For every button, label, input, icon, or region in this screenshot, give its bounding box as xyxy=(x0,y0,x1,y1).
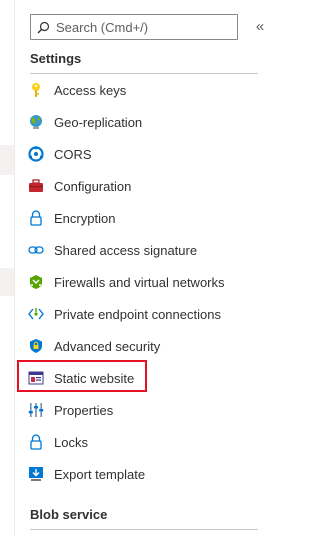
menu-item-shared-access-signature[interactable]: Shared access signature xyxy=(14,234,276,266)
menu-item-firewalls-and-virtual-networks[interactable]: Firewalls and virtual networks xyxy=(14,266,276,298)
menu-item-advanced-security[interactable]: Advanced security xyxy=(14,330,276,362)
cors-icon xyxy=(28,146,44,162)
menu-item-export-template[interactable]: Export template xyxy=(14,458,276,490)
left-edge-strip xyxy=(0,0,15,536)
static-website-icon xyxy=(28,370,44,386)
lock-icon xyxy=(28,210,44,226)
menu-item-geo-replication[interactable]: Geo-replication xyxy=(14,106,276,138)
menu-item-label: Firewalls and virtual networks xyxy=(54,274,225,290)
menu-item-label: Encryption xyxy=(54,210,116,226)
menu-item-label: Geo-replication xyxy=(54,114,143,130)
settings-menu-list: Access keys Geo-replication CORS Configu… xyxy=(14,74,276,490)
settings-menu-panel: « Settings Access keys xyxy=(14,0,276,536)
menu-item-cors[interactable]: CORS xyxy=(14,138,276,170)
collapse-menu-button[interactable]: « xyxy=(252,18,268,36)
menu-item-locks[interactable]: Locks xyxy=(14,426,276,458)
section-header-settings: Settings xyxy=(30,51,258,74)
menu-item-properties[interactable]: Properties xyxy=(14,394,276,426)
globe-icon xyxy=(28,114,44,130)
menu-item-static-website[interactable]: Static website xyxy=(14,362,276,394)
private-endpoint-icon xyxy=(28,306,44,322)
locks-icon xyxy=(28,434,44,450)
menu-item-label: Properties xyxy=(54,402,114,418)
section-header-blob-service: Blob service xyxy=(30,507,258,530)
shield-icon xyxy=(28,338,44,354)
key-icon xyxy=(28,82,44,98)
menu-item-label: CORS xyxy=(54,146,92,162)
menu-item-label: Locks xyxy=(54,434,88,450)
search-row: « xyxy=(30,14,264,42)
menu-item-encryption[interactable]: Encryption xyxy=(14,202,276,234)
search-icon xyxy=(37,21,50,33)
export-template-icon xyxy=(28,466,44,482)
menu-item-label: Shared access signature xyxy=(54,242,198,258)
menu-item-label: Advanced security xyxy=(54,338,161,354)
left-edge-marker xyxy=(0,268,14,296)
menu-item-private-endpoint-connections[interactable]: Private endpoint connections xyxy=(14,298,276,330)
search-input[interactable] xyxy=(56,19,216,35)
link-icon xyxy=(28,242,44,258)
firewall-icon xyxy=(28,274,44,290)
menu-item-label: Export template xyxy=(54,466,146,482)
toolbox-icon xyxy=(28,178,44,194)
menu-item-access-keys[interactable]: Access keys xyxy=(14,74,276,106)
properties-icon xyxy=(28,402,44,418)
search-box[interactable] xyxy=(30,14,238,40)
menu-item-label: Private endpoint connections xyxy=(54,306,221,322)
menu-item-configuration[interactable]: Configuration xyxy=(14,170,276,202)
menu-item-label: Static website xyxy=(54,370,135,386)
menu-item-label: Access keys xyxy=(54,82,127,98)
left-edge-marker xyxy=(0,145,14,175)
menu-item-label: Configuration xyxy=(54,178,132,194)
